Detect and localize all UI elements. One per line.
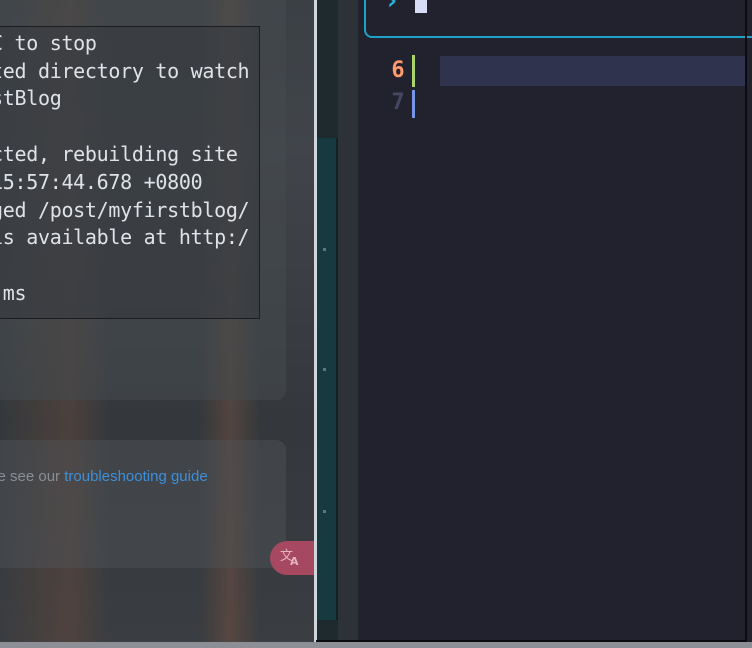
terminal-line: cted, rebuilding site — [0, 142, 238, 166]
terminal-line: ms — [2, 281, 27, 305]
terminal-line: ged /post/myfirstblog/ — [0, 198, 250, 222]
command-prompt-box[interactable]: › — [364, 0, 752, 38]
scroll-track — [317, 138, 338, 620]
background-browser-pane: C to stop ted directory to watch stBlog … — [0, 0, 316, 648]
current-line-highlight[interactable] — [440, 56, 746, 86]
help-text: se see our troubleshooting guide — [0, 468, 208, 485]
translate-button[interactable]: 文 A — [270, 541, 316, 575]
help-text-prefix: se see our — [0, 468, 61, 485]
troubleshooting-guide-link[interactable]: troubleshooting guide — [64, 468, 207, 485]
svg-text:A: A — [290, 555, 299, 566]
track-marker — [323, 510, 326, 513]
terminal-line: is available at http:/ — [0, 225, 250, 249]
text-cursor — [415, 0, 427, 13]
terminal-line: ted directory to watch — [0, 59, 250, 83]
terminal-line: stBlog — [0, 86, 62, 110]
git-added-marker — [412, 55, 415, 87]
terminal-line: 15:57:44.678 +0800 — [0, 170, 203, 194]
track-marker — [323, 368, 326, 371]
editor-edge — [338, 0, 358, 648]
terminal-output-box: C to stop ted directory to watch stBlog … — [0, 26, 260, 319]
bottom-edge — [0, 642, 752, 648]
chevron-right-icon: › — [384, 0, 400, 16]
editor-pane[interactable]: › 6 7 — [358, 0, 752, 648]
git-modified-marker — [412, 90, 415, 118]
help-card — [0, 440, 286, 568]
window-border — [745, 0, 747, 642]
translate-icon: 文 A — [280, 546, 302, 570]
terminal-line: C to stop — [0, 31, 97, 55]
side-strip — [317, 0, 338, 648]
track-marker — [323, 248, 326, 251]
